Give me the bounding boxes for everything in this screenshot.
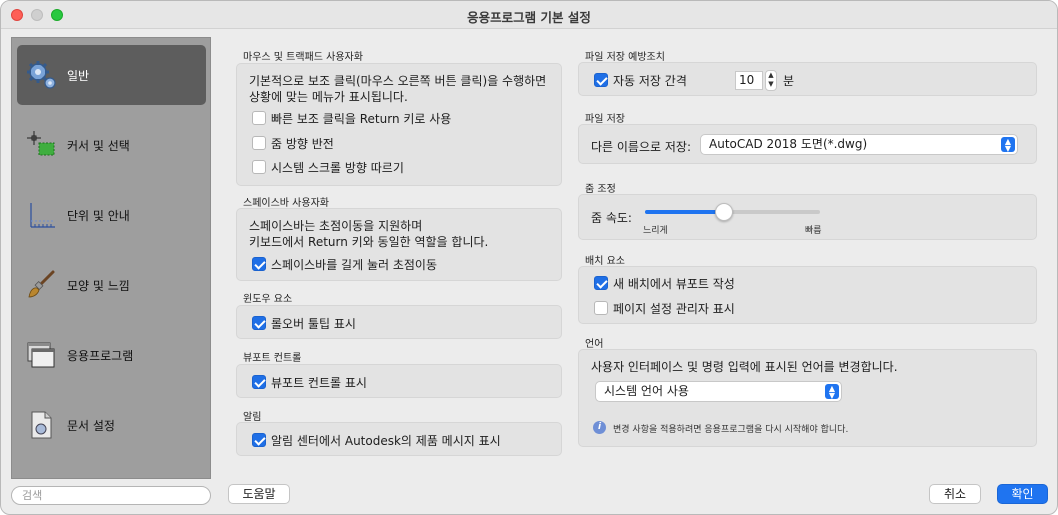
language-select[interactable]: 시스템 언어 사용 ▲ ▼ bbox=[595, 381, 842, 402]
spacebar-group: 스페이스바는 초점이동을 지원하며 키보드에서 Return 키와 동일한 역할… bbox=[236, 208, 562, 281]
autosave-unit: 분 bbox=[783, 74, 795, 88]
checkbox-label: 시스템 스크롤 방향 따르기 bbox=[271, 161, 404, 175]
crosshair-selection-icon bbox=[27, 131, 55, 156]
spacebar-description: 스페이스바는 초점이동을 지원하며 bbox=[249, 219, 423, 233]
language-note: 변경 사항을 적용하려면 응용프로그램을 다시 시작해야 합니다. bbox=[613, 425, 849, 435]
document-icon bbox=[31, 411, 52, 439]
sidebar: 일반 커서 및 선택 단위 및 안내 모양 및 느낌 응용프로그램 문서 설정 bbox=[11, 37, 211, 479]
cancel-button[interactable]: 취소 bbox=[929, 484, 981, 504]
spacebar-description-2: 키보드에서 Return 키와 동일한 역할을 합니다. bbox=[249, 235, 489, 249]
sidebar-item-cursor-selection[interactable]: 커서 및 선택 bbox=[17, 115, 206, 175]
zoom-group: 줌 속도: 느리게 빠름 bbox=[578, 194, 1037, 240]
language-description: 사용자 인터페이스 및 명령 입력에 표시된 언어를 변경합니다. bbox=[591, 360, 898, 374]
sidebar-item-label: 모양 및 느낌 bbox=[67, 279, 130, 293]
save-as-format-select[interactable]: AutoCAD 2018 도면(*.dwg) ▲ ▼ bbox=[700, 134, 1018, 155]
checkbox-label: 빠른 보조 클릭을 Return 키로 사용 bbox=[271, 112, 452, 126]
checkbox-label: 자동 저장 간격 bbox=[613, 74, 687, 88]
mouse-group-title: 마우스 및 트랙패드 사용자화 bbox=[243, 52, 363, 63]
mouse-description: 기본적으로 보조 클릭(마우스 오른쪽 버튼 클릭)을 수행하면 bbox=[249, 74, 547, 88]
autosave-interval-stepper[interactable]: ▲ ▼ bbox=[765, 70, 777, 91]
window-title: 응용프로그램 기본 설정 bbox=[467, 10, 591, 25]
rollover-tooltips-checkbox[interactable] bbox=[252, 316, 266, 330]
viewport-controls-checkbox[interactable] bbox=[252, 375, 266, 389]
ok-button[interactable]: 확인 bbox=[997, 484, 1048, 504]
checkbox-label: 스페이스바를 길게 눌러 초점이동 bbox=[271, 258, 438, 272]
return-key-secondary-click-checkbox[interactable] bbox=[252, 111, 266, 125]
language-value: 시스템 언어 사용 bbox=[604, 384, 689, 398]
create-viewport-checkbox[interactable] bbox=[594, 276, 608, 290]
sidebar-item-look-and-feel[interactable]: 모양 및 느낌 bbox=[17, 255, 206, 315]
zoom-title: 줌 조정 bbox=[585, 184, 616, 195]
checkbox-label: 줌 방향 반전 bbox=[271, 137, 334, 151]
layout-elements-title: 배치 요소 bbox=[585, 256, 625, 267]
system-scroll-direction-checkbox[interactable] bbox=[252, 160, 266, 174]
layout-elements-group: 새 배치에서 뷰포트 작성 페이지 설정 관리자 표시 bbox=[578, 266, 1037, 324]
window-elements-group: 롤오버 툴팁 표시 bbox=[236, 305, 562, 339]
file-save-title: 파일 저장 bbox=[585, 114, 625, 125]
sidebar-item-label: 커서 및 선택 bbox=[67, 139, 130, 153]
zoom-speed-label: 줌 속도: bbox=[591, 211, 632, 225]
autosave-group: 자동 저장 간격 10 ▲ ▼ 분 bbox=[578, 62, 1037, 96]
checkbox-label: 새 배치에서 뷰포트 작성 bbox=[613, 277, 735, 291]
save-as-label: 다른 이름으로 저장: bbox=[591, 140, 691, 154]
save-as-format-value: AutoCAD 2018 도면(*.dwg) bbox=[709, 137, 868, 151]
gear-icon bbox=[27, 61, 56, 89]
windows-stack-icon bbox=[27, 342, 55, 368]
preferences-window: 응용프로그램 기본 설정 일반 커서 및 선택 단위 및 안내 모양 및 느낌 … bbox=[0, 0, 1058, 515]
help-button[interactable]: 도움말 bbox=[228, 484, 290, 504]
zoom-speed-knob[interactable] bbox=[714, 203, 733, 221]
sidebar-item-label: 단위 및 안내 bbox=[67, 209, 130, 223]
autosave-checkbox[interactable] bbox=[594, 73, 608, 87]
title-bar: 응용프로그램 기본 설정 bbox=[1, 1, 1057, 29]
file-save-group: 다른 이름으로 저장: AutoCAD 2018 도면(*.dwg) ▲ ▼ bbox=[578, 124, 1037, 164]
chevron-updown-icon: ▲ ▼ bbox=[825, 384, 839, 400]
page-setup-manager-checkbox[interactable] bbox=[594, 301, 608, 315]
reverse-zoom-checkbox[interactable] bbox=[252, 136, 266, 150]
sidebar-item-general[interactable]: 일반 bbox=[17, 45, 206, 105]
paintbrush-icon bbox=[28, 270, 55, 298]
search-input[interactable]: 검색 bbox=[11, 486, 211, 505]
sidebar-item-application[interactable]: 응용프로그램 bbox=[17, 325, 206, 385]
sidebar-item-label: 문서 설정 bbox=[67, 419, 115, 433]
window-elements-title: 윈도우 요소 bbox=[243, 294, 293, 305]
info-icon: i bbox=[593, 421, 606, 434]
language-title: 언어 bbox=[585, 339, 604, 350]
sidebar-item-document-settings[interactable]: 문서 설정 bbox=[17, 395, 206, 455]
zoom-speed-fill bbox=[645, 210, 724, 214]
zoom-fast-label: 빠름 bbox=[805, 226, 822, 236]
sidebar-item-units-guides[interactable]: 단위 및 안내 bbox=[17, 185, 206, 245]
checkbox-label: 뷰포트 컨트롤 표시 bbox=[271, 376, 367, 390]
chevron-updown-icon: ▲ ▼ bbox=[1001, 137, 1015, 153]
mouse-group: 기본적으로 보조 클릭(마우스 오른쪽 버튼 클릭)을 수행하면 상황에 맞는 … bbox=[236, 63, 562, 186]
checkbox-label: 알림 센터에서 Autodesk의 제품 메시지 표시 bbox=[271, 434, 501, 448]
viewport-controls-title: 뷰포트 컨트롤 bbox=[243, 353, 302, 364]
zoom-slow-label: 느리게 bbox=[643, 226, 668, 236]
notifications-title: 알림 bbox=[243, 412, 262, 423]
mouse-description-2: 상황에 맞는 메뉴가 표시됩니다. bbox=[249, 90, 408, 104]
language-group: 사용자 인터페이스 및 명령 입력에 표시된 언어를 변경합니다. 시스템 언어… bbox=[578, 349, 1037, 447]
notifications-group: 알림 센터에서 Autodesk의 제품 메시지 표시 bbox=[236, 422, 562, 456]
ruler-axes-icon bbox=[30, 203, 55, 228]
autosave-title: 파일 저장 예방조치 bbox=[585, 52, 665, 63]
autosave-interval-input[interactable]: 10 bbox=[735, 71, 763, 90]
sidebar-item-label: 일반 bbox=[67, 69, 90, 83]
viewport-controls-group: 뷰포트 컨트롤 표시 bbox=[236, 364, 562, 398]
checkbox-label: 페이지 설정 관리자 표시 bbox=[613, 302, 735, 316]
product-messages-checkbox[interactable] bbox=[252, 433, 266, 447]
spacebar-pan-checkbox[interactable] bbox=[252, 257, 266, 271]
checkbox-label: 롤오버 툴팁 표시 bbox=[271, 317, 356, 331]
spacebar-group-title: 스페이스바 사용자화 bbox=[243, 198, 329, 209]
sidebar-item-label: 응용프로그램 bbox=[67, 349, 134, 363]
